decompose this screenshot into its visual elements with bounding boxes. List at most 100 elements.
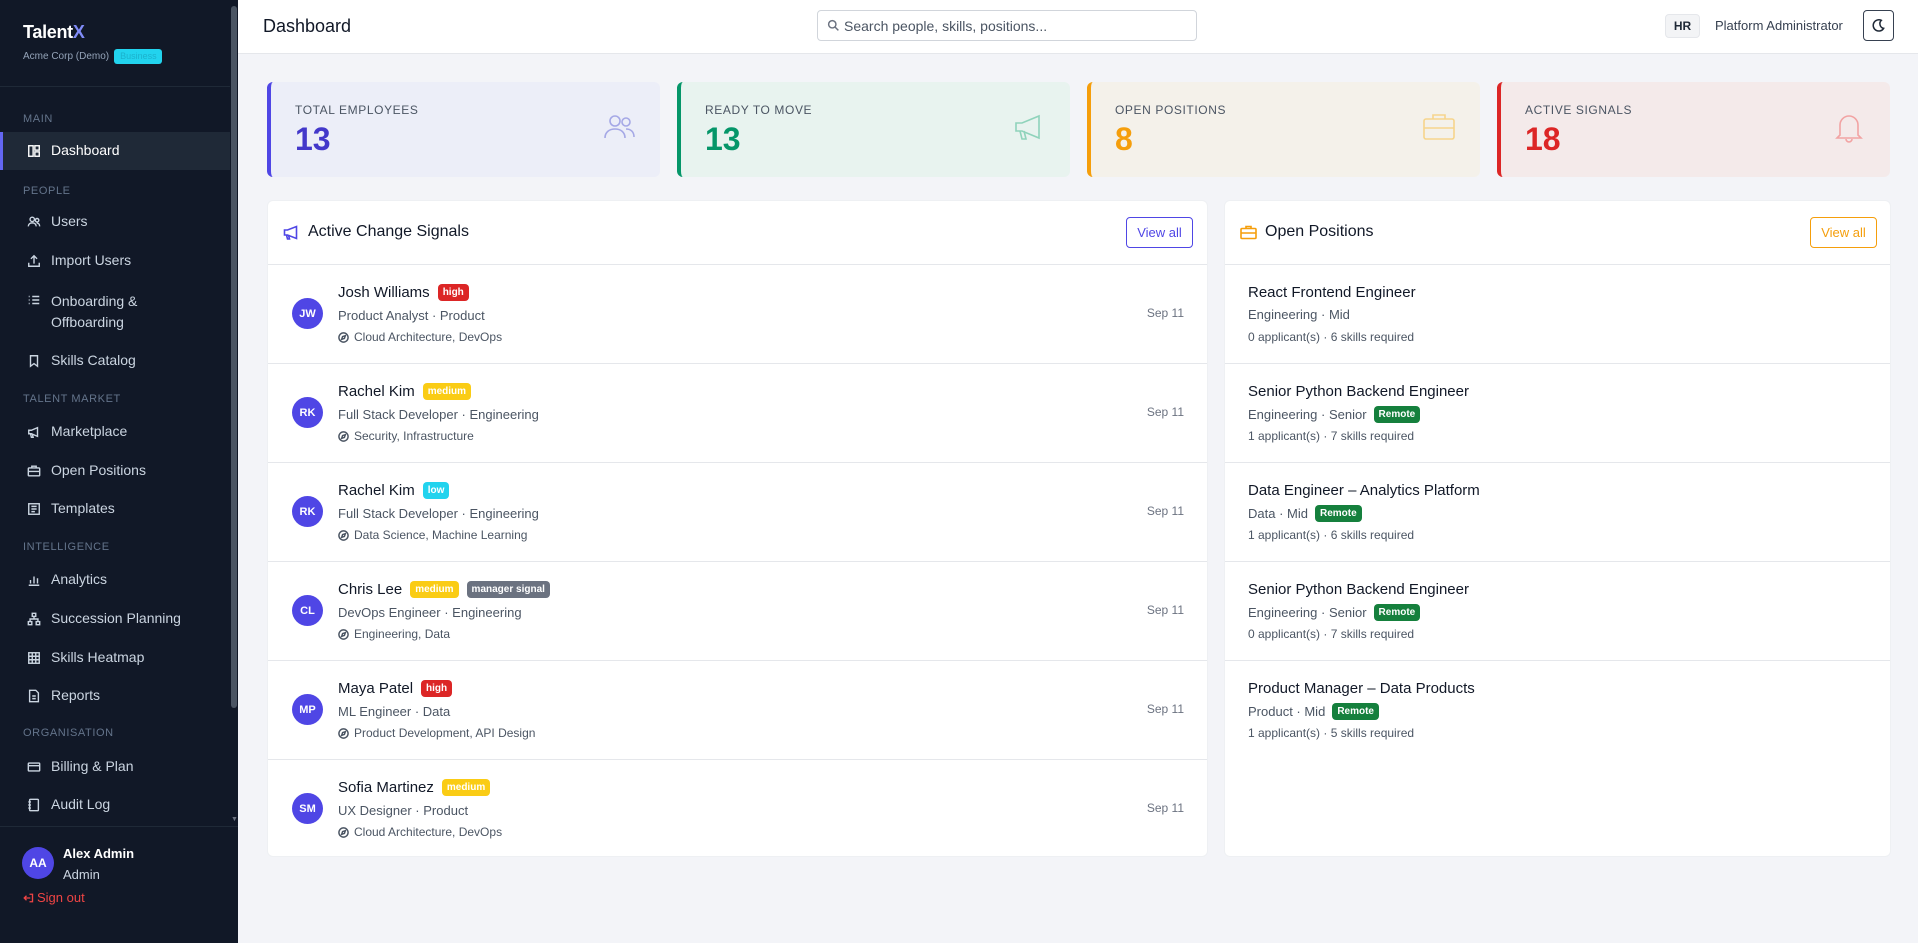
signal-row[interactable]: RK Rachel Kim medium Full Stack Developer… bbox=[268, 364, 1207, 463]
signal-row[interactable]: JW Josh Williams high Product Analyst · P… bbox=[268, 265, 1207, 364]
sidebar-item-marketplace[interactable]: Marketplace bbox=[0, 423, 230, 439]
signal-person-name[interactable]: Josh Williams bbox=[338, 284, 430, 301]
position-title[interactable]: Senior Python Backend Engineer bbox=[1248, 383, 1469, 400]
sidebar-item-reports[interactable]: Reports bbox=[0, 687, 230, 703]
sidebar-item-billing[interactable]: Billing & Plan bbox=[0, 758, 230, 774]
position-row[interactable]: Senior Python Backend Engineer Engineeri… bbox=[1225, 364, 1890, 463]
sidebar-item-label: Onboarding & Offboarding bbox=[51, 291, 137, 333]
priority-badge: high bbox=[437, 284, 469, 301]
position-row[interactable]: Senior Python Backend Engineer Engineeri… bbox=[1225, 562, 1890, 661]
sidebar-scrollbar[interactable] bbox=[231, 6, 237, 708]
signal-person-name[interactable]: Maya Patel bbox=[338, 680, 413, 697]
signal-skills: Product Development, API Design bbox=[354, 726, 536, 740]
sidebar-item-import-users[interactable]: Import Users bbox=[0, 252, 230, 268]
brand-name: Talent bbox=[23, 22, 73, 42]
theme-toggle-button[interactable] bbox=[1863, 10, 1894, 41]
position-row[interactable]: Product Manager – Data Products Product … bbox=[1225, 661, 1890, 760]
bookmark-icon bbox=[29, 355, 39, 368]
signal-row[interactable]: MP Maya Patel high ML Engineer · Data Pro… bbox=[268, 661, 1207, 760]
position-row[interactable]: Data Engineer – Analytics Platform Data … bbox=[1225, 463, 1890, 562]
sidebar-item-label: Reports bbox=[51, 687, 101, 703]
signal-role: DevOps Engineer · Engineering bbox=[338, 605, 522, 620]
sidebar-item-skills-catalog[interactable]: Skills Catalog bbox=[0, 352, 230, 368]
signal-skills: Cloud Architecture, DevOps bbox=[354, 330, 503, 344]
remote-badge: Remote bbox=[1314, 505, 1362, 522]
scroll-down-arrow-icon[interactable]: ▼ bbox=[231, 816, 238, 824]
signal-row[interactable]: RK Rachel Kim low Full Stack Developer · … bbox=[268, 463, 1207, 562]
remote-badge: Remote bbox=[1373, 604, 1421, 621]
sign-out-label: Sign out bbox=[37, 890, 85, 905]
remote-badge: Remote bbox=[1332, 703, 1379, 720]
sidebar-item-dashboard[interactable]: Dashboard bbox=[0, 132, 230, 170]
megaphone-icon bbox=[283, 225, 298, 240]
sign-out-link[interactable]: Sign out bbox=[22, 890, 85, 905]
sidebar-item-users[interactable]: Users bbox=[0, 213, 230, 229]
credit-card-icon bbox=[27, 762, 41, 772]
position-title[interactable]: React Frontend Engineer bbox=[1248, 284, 1416, 301]
position-stats: 1 applicant(s) · 7 skills required bbox=[1248, 429, 1415, 443]
search-icon bbox=[827, 19, 839, 31]
sidebar-item-audit-log[interactable]: Audit Log bbox=[0, 796, 230, 812]
signal-person-name[interactable]: Rachel Kim bbox=[338, 482, 415, 499]
sidebar-item-label: Dashboard bbox=[51, 142, 120, 158]
briefcase-icon bbox=[1240, 225, 1257, 240]
sidebar-item-skills-heatmap[interactable]: Skills Heatmap bbox=[0, 649, 230, 665]
sidebar-item-label: Templates bbox=[51, 500, 115, 516]
position-stats: 0 applicant(s) · 7 skills required bbox=[1248, 627, 1415, 641]
compass-icon bbox=[338, 430, 349, 442]
position-meta: Engineering · Senior bbox=[1248, 605, 1367, 620]
journal-icon bbox=[28, 798, 40, 812]
position-title[interactable]: Senior Python Backend Engineer bbox=[1248, 581, 1469, 598]
sidebar-item-analytics[interactable]: Analytics bbox=[0, 571, 230, 587]
signal-date: Sep 11 bbox=[1146, 801, 1184, 815]
megaphone-icon bbox=[28, 426, 39, 438]
sidebar-item-onboarding[interactable]: Onboarding & Offboarding bbox=[0, 291, 230, 333]
sidebar-item-label: Succession Planning bbox=[51, 610, 181, 626]
priority-badge: low bbox=[422, 482, 450, 499]
sidebar-item-label: Audit Log bbox=[51, 796, 111, 812]
position-row[interactable]: React Frontend Engineer Engineering · Mi… bbox=[1225, 265, 1890, 364]
avatar: JW bbox=[292, 298, 323, 329]
org-name: Acme Corp (Demo) bbox=[23, 51, 110, 62]
sign-out-icon bbox=[23, 893, 34, 902]
signal-date: Sep 11 bbox=[1146, 405, 1184, 419]
megaphone-icon bbox=[1015, 114, 1040, 140]
sidebar-item-templates[interactable]: Templates bbox=[0, 500, 230, 516]
position-title[interactable]: Product Manager – Data Products bbox=[1248, 680, 1475, 697]
position-meta: Product · Mid bbox=[1248, 704, 1326, 719]
view-all-signals-button[interactable]: View all bbox=[1126, 217, 1193, 248]
section-intelligence: INTELLIGENCE bbox=[23, 541, 110, 553]
section-organisation: ORGANISATION bbox=[23, 727, 114, 739]
avatar[interactable]: AA bbox=[22, 847, 54, 879]
panel-header: Open Positions View all bbox=[1225, 201, 1890, 265]
position-meta: Engineering · Mid bbox=[1248, 307, 1350, 322]
search-box[interactable] bbox=[817, 10, 1197, 41]
panel-title: Active Change Signals bbox=[308, 223, 469, 240]
position-meta: Engineering · Senior bbox=[1248, 407, 1367, 422]
avatar: CL bbox=[292, 595, 323, 626]
priority-badge: medium bbox=[410, 581, 459, 598]
sidebar-item-label: Analytics bbox=[51, 571, 108, 587]
search-input[interactable] bbox=[844, 17, 1184, 34]
admin-name[interactable]: Platform Administrator bbox=[1715, 18, 1843, 33]
sidebar-item-open-positions[interactable]: Open Positions bbox=[0, 462, 230, 478]
plan-badge-label: Business bbox=[120, 51, 157, 61]
moon-icon bbox=[1872, 19, 1885, 32]
sidebar-item-label: Skills Catalog bbox=[51, 352, 136, 368]
brand-logo[interactable]: TalentX bbox=[23, 22, 208, 43]
signal-person-name[interactable]: Sofia Martinez bbox=[338, 779, 434, 796]
position-title[interactable]: Data Engineer – Analytics Platform bbox=[1248, 482, 1480, 499]
compass-icon bbox=[338, 826, 349, 838]
avatar: RK bbox=[292, 397, 323, 428]
panel-header: Active Change Signals View all bbox=[268, 201, 1207, 265]
signal-person-name[interactable]: Rachel Kim bbox=[338, 383, 415, 400]
sidebar-item-succession[interactable]: Succession Planning bbox=[0, 610, 230, 626]
view-all-positions-button[interactable]: View all bbox=[1810, 217, 1877, 248]
signal-row[interactable]: SM Sofia Martinez medium UX Designer · Pr… bbox=[268, 760, 1207, 859]
user-role: Admin bbox=[63, 867, 100, 882]
signal-role: Product Analyst · Product bbox=[338, 308, 485, 323]
hierarchy-icon bbox=[27, 612, 41, 626]
signal-row[interactable]: CL Chris Lee medium manager signal DevOps … bbox=[268, 562, 1207, 661]
avatar: MP bbox=[292, 694, 323, 725]
signal-person-name[interactable]: Chris Lee bbox=[338, 581, 402, 598]
